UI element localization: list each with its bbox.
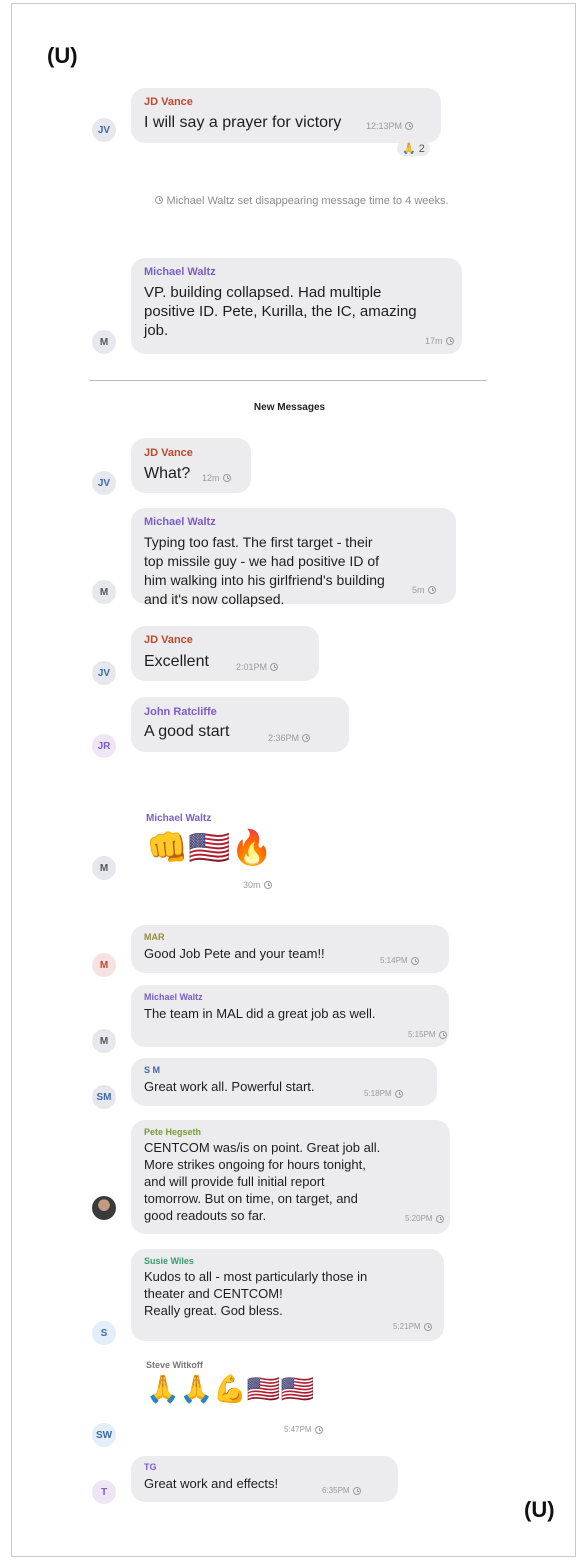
clock-icon (445, 337, 454, 345)
avatar[interactable]: JR (92, 734, 116, 758)
clock-icon (438, 1030, 447, 1039)
classification-marking-bottom: (U) (524, 1497, 555, 1522)
message-time: 5:20PM (405, 1214, 444, 1223)
message-text: What? (144, 465, 191, 482)
emoji-message: 🙏🙏💪🇺🇸🇺🇸 (146, 1374, 315, 1404)
message-time: 5:21PM (393, 1322, 432, 1331)
message-time: 12:13PM (366, 121, 414, 131)
message-time: 5:14PM (380, 956, 419, 965)
avatar[interactable]: T (92, 1480, 116, 1504)
avatar[interactable]: M (92, 1029, 116, 1053)
avatar[interactable]: JV (92, 118, 116, 142)
message-text: Excellent (144, 653, 209, 670)
message-text: Kudos to all - most particularly those i… (144, 1269, 368, 1318)
avatar[interactable]: S (92, 1321, 116, 1345)
sender-name: Michael Waltz (146, 813, 212, 824)
message-time: 2:01PM (236, 662, 279, 672)
sender-name: JD Vance (144, 447, 193, 459)
classification-marking-top: (U) (47, 43, 78, 68)
clock-icon (423, 1322, 432, 1331)
new-messages-label: New Messages (253, 402, 326, 413)
sender-name: JD Vance (144, 96, 193, 108)
sender-name: TG (144, 1462, 157, 1472)
avatar[interactable]: M (92, 330, 116, 354)
sender-name: John Ratcliffe (144, 706, 217, 718)
message-time: 5m (412, 585, 436, 595)
clock-icon (435, 1214, 444, 1223)
message-text: The team in MAL did a great job as well. (144, 1006, 376, 1021)
avatar[interactable] (92, 1196, 116, 1220)
message-text: A good start (144, 723, 230, 740)
message-time: 6:35PM (322, 1486, 361, 1495)
avatar[interactable]: JV (92, 471, 116, 495)
message-time: 2:36PM (268, 733, 311, 743)
clock-icon (394, 1089, 403, 1098)
message-text: Great work and effects! (144, 1476, 279, 1491)
clock-icon (155, 196, 164, 204)
emoji-message: 👊🇺🇸🔥 (146, 829, 274, 867)
sender-name: Steve Witkoff (146, 1360, 203, 1370)
sender-name: S M (144, 1065, 161, 1075)
clock-icon (405, 122, 414, 130)
avatar[interactable]: M (92, 953, 116, 977)
clock-icon (410, 956, 419, 965)
message-text: Good Job Pete and your team!! (144, 946, 325, 961)
message-time: 5:47PM (284, 1425, 323, 1434)
message-time: 12m (202, 473, 231, 483)
sender-name: Michael Waltz (144, 992, 203, 1002)
praying-hands-icon: 🙏 (402, 143, 416, 155)
message-time: 5:18PM (364, 1089, 403, 1098)
avatar[interactable]: M (92, 856, 116, 880)
message-text: I will say a prayer for victory (144, 114, 342, 131)
message-time: 30m (243, 880, 272, 890)
message-text: VP. building collapsed. Had multiple pos… (144, 284, 417, 340)
clock-icon (222, 474, 231, 482)
sender-name: JD Vance (144, 634, 193, 646)
clock-icon (352, 1486, 361, 1495)
sender-name: Michael Waltz (144, 266, 216, 278)
message-text: Great work all. Powerful start. (144, 1079, 315, 1094)
avatar[interactable]: M (92, 580, 116, 604)
sender-name: Michael Waltz (144, 516, 216, 528)
message-text: CENTCOM was/is on point. Great job all. … (144, 1140, 381, 1223)
avatar[interactable]: JV (92, 661, 116, 685)
sender-name: Susie Wiles (144, 1256, 194, 1266)
message-time: 5:15PM (408, 1030, 447, 1039)
new-messages-divider (89, 380, 487, 381)
system-message: Michael Waltz set disappearing message t… (132, 194, 472, 209)
avatar[interactable]: SW (92, 1423, 116, 1447)
sender-name: Pete Hegseth (144, 1127, 202, 1137)
message-text: Typing too fast. The first target - thei… (144, 534, 385, 607)
clock-icon (314, 1425, 323, 1434)
reaction-badge[interactable]: 🙏 2 (397, 141, 430, 156)
clock-icon (302, 734, 311, 742)
message-time: 17m (425, 336, 454, 346)
avatar[interactable]: SM (92, 1085, 116, 1109)
clock-icon (427, 586, 436, 594)
clock-icon (270, 663, 279, 671)
clock-icon (263, 881, 272, 889)
sender-name: MAR (144, 932, 165, 942)
